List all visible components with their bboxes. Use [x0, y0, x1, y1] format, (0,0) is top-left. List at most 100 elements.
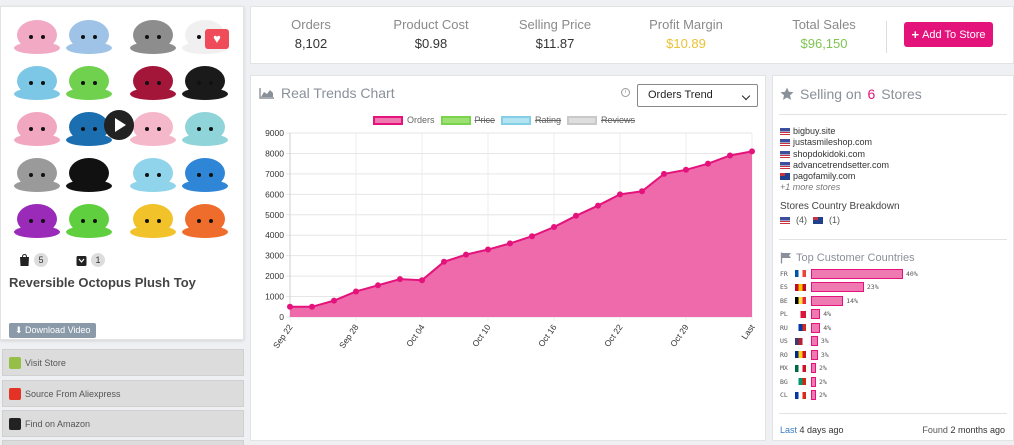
orders-point[interactable] — [661, 170, 667, 177]
country-bar — [811, 268, 903, 279]
plush-toy — [182, 88, 228, 100]
country-bar — [811, 363, 816, 374]
stats-divider — [886, 21, 887, 53]
plush-eye — [197, 219, 201, 223]
orders-point[interactable] — [551, 224, 557, 231]
y-tick-label: 6000 — [265, 189, 284, 199]
x-tick-label: Oct 16 — [536, 322, 559, 348]
visit-store-button[interactable]: Visit Store — [2, 349, 244, 376]
orders-point[interactable] — [331, 297, 337, 304]
plush-eye — [81, 81, 85, 85]
country-percent: 3% — [820, 350, 829, 359]
plush-eye — [93, 173, 97, 177]
x-tick-label: Oct 29 — [668, 322, 691, 348]
country-row: CL 2% — [780, 389, 918, 403]
orders-point[interactable] — [353, 288, 359, 295]
plush-toy — [182, 180, 228, 192]
country-flag-icon — [795, 310, 806, 318]
plush-eye — [41, 219, 45, 223]
plush-toy — [130, 180, 176, 192]
orders-point[interactable] — [463, 251, 469, 258]
shopify-bag-icon — [20, 253, 29, 266]
download-video-button[interactable]: ⬇ Download Video — [9, 323, 97, 338]
orders-point[interactable] — [749, 148, 755, 155]
store-link[interactable]: bigbuy.site — [780, 126, 889, 137]
orders-area — [290, 151, 752, 317]
orders-point[interactable] — [639, 188, 645, 195]
x-tick-label: Sep 28 — [337, 322, 361, 350]
store-link[interactable]: advancetrendsetter.com — [780, 160, 889, 171]
stat-margin-value: $10.89 — [666, 36, 706, 51]
orders-point[interactable] — [573, 212, 579, 219]
country-percent: 14% — [846, 296, 858, 305]
shopify-icon — [9, 356, 21, 369]
breakdown-au-count: (1) — [829, 215, 840, 225]
plush-eye — [145, 127, 149, 131]
orders-point[interactable] — [419, 277, 425, 284]
favorite-heart-icon[interactable]: ♥ — [205, 29, 229, 49]
x-tick-label: Oct 04 — [404, 322, 427, 348]
orders-point[interactable] — [397, 276, 403, 283]
plush-eye — [209, 127, 213, 131]
y-tick-label: 9000 — [265, 128, 284, 138]
source-aliexpress-button[interactable]: Source From Aliexpress — [2, 380, 244, 407]
divider — [779, 413, 1007, 414]
orders-point[interactable] — [617, 191, 623, 198]
plush-toy — [182, 134, 228, 146]
country-row: BE 14% — [780, 294, 918, 308]
y-tick-label: 3000 — [265, 251, 284, 261]
play-video-icon[interactable] — [104, 110, 134, 140]
plush-eye — [157, 81, 161, 85]
plush-eye — [157, 35, 161, 39]
country-code: FR — [780, 269, 788, 278]
plush-toy — [14, 180, 60, 192]
divider — [779, 114, 1007, 115]
orders-point[interactable] — [375, 282, 381, 289]
country-row: RU 4% — [780, 321, 918, 335]
stat-sales-value: $96,150 — [800, 36, 848, 51]
store-link[interactable]: justasmileshop.com — [780, 137, 889, 148]
add-to-store-label: Add To Store — [922, 28, 986, 41]
orders-point[interactable] — [595, 202, 601, 209]
plush-eye — [29, 219, 33, 223]
orders-point[interactable] — [507, 240, 513, 247]
stores-panel: Selling on 6 Stores bigbuy.site justasmi… — [772, 75, 1014, 441]
plush-eye — [81, 173, 85, 177]
find-amazon-label: Find on Amazon — [25, 418, 91, 429]
country-code: BG — [780, 377, 788, 386]
country-bar — [811, 282, 864, 293]
orders-point[interactable] — [441, 258, 447, 265]
plush-toy — [66, 134, 112, 146]
orders-point[interactable] — [727, 152, 733, 159]
source-aliexpress-label: Source From Aliexpress — [25, 388, 121, 399]
us-flag-icon — [780, 139, 790, 147]
plush-eye — [145, 173, 149, 177]
find-amazon-button[interactable]: Find on Amazon — [2, 410, 244, 437]
store-counter: 1 — [76, 253, 105, 267]
plush-toy — [14, 134, 60, 146]
y-tick-label: 2000 — [265, 271, 284, 281]
orders-point[interactable] — [287, 303, 293, 310]
plush-eye — [197, 127, 201, 131]
store-link[interactable]: pagofamily.com — [780, 171, 889, 182]
country-flag-icon — [795, 270, 806, 278]
country-bar — [811, 376, 816, 387]
orders-point[interactable] — [309, 303, 315, 310]
store-name: shopdokidoki.com — [793, 148, 866, 159]
us-flag-icon — [780, 162, 790, 170]
orders-point[interactable] — [529, 233, 535, 240]
country-code: MX — [780, 364, 788, 373]
orders-point[interactable] — [683, 166, 689, 173]
more-stores-link[interactable]: +1 more stores — [780, 182, 889, 193]
shopify-count: 5 — [34, 253, 48, 267]
plush-toy — [130, 42, 176, 54]
stat-margin-label: Profit Margin — [649, 17, 723, 32]
orders-point[interactable] — [705, 160, 711, 167]
country-code: ES — [780, 283, 788, 292]
plush-eye — [29, 81, 33, 85]
store-link[interactable]: shopdokidoki.com — [780, 149, 889, 160]
add-to-store-button[interactable]: + Add To Store — [904, 22, 993, 47]
more-actions-button[interactable] — [2, 440, 244, 445]
orders-point[interactable] — [485, 246, 491, 253]
y-tick-label: 4000 — [265, 230, 284, 240]
